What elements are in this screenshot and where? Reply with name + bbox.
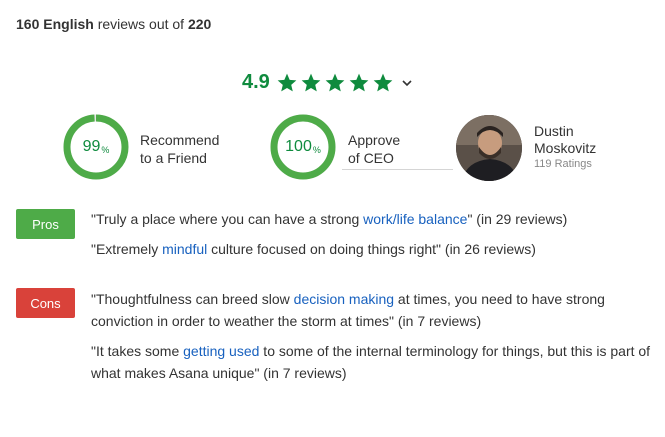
ceo-ratings-count: 119 Ratings bbox=[534, 158, 592, 170]
pros-tag: Pros bbox=[16, 209, 75, 239]
ceo-name[interactable]: Dustin Moskovitz bbox=[534, 123, 624, 157]
rating-value: 4.9 bbox=[242, 71, 270, 93]
recommend-percent: 99 bbox=[82, 138, 101, 155]
star-icon bbox=[324, 72, 346, 94]
quote-keyword-link[interactable]: getting used bbox=[183, 343, 259, 359]
cons-tag: Cons bbox=[16, 288, 75, 318]
star-icon bbox=[372, 72, 394, 94]
quote-keyword-link[interactable]: work/life balance bbox=[363, 211, 467, 227]
quote-text: "It takes some bbox=[91, 343, 184, 359]
summary-text: reviews out of bbox=[93, 16, 188, 32]
cons-quote-1: "Thoughtfulness can breed slow decision … bbox=[91, 288, 651, 332]
pros-quote-1: "Truly a place where you can have a stro… bbox=[91, 208, 651, 230]
star-icon bbox=[348, 72, 370, 94]
recommend-percent-symbol: % bbox=[101, 144, 110, 155]
recommend-donut: 99% bbox=[63, 114, 129, 180]
quote-text: "Extremely bbox=[91, 241, 163, 257]
ceo-last-name: Moskovitz bbox=[534, 140, 597, 156]
ceo-approval-percent: 100 bbox=[285, 138, 312, 155]
star-icon bbox=[276, 72, 298, 94]
reviews-summary: 160 English reviews out of 220 bbox=[16, 16, 211, 32]
ceo-approval-label: Approve of CEO bbox=[348, 131, 400, 167]
ceo-first-name: Dustin bbox=[534, 123, 574, 139]
quote-text: "Truly a place where you can have a stro… bbox=[91, 211, 364, 227]
quote-text: " (in 29 reviews) bbox=[467, 211, 568, 227]
ceo-approval-percent-symbol: % bbox=[312, 144, 321, 155]
ceo-approval-label-line1: Approve bbox=[348, 132, 401, 148]
overall-rating[interactable]: 4.9 bbox=[242, 71, 414, 94]
recommend-label: Recommend to a Friend bbox=[140, 131, 219, 167]
english-review-count: 160 English bbox=[16, 16, 94, 32]
ceo-divider bbox=[342, 169, 453, 170]
recommend-label-line1: Recommend bbox=[140, 132, 220, 148]
ceo-approval-donut: 100% bbox=[270, 114, 336, 180]
total-review-count: 220 bbox=[187, 16, 212, 32]
star-icon bbox=[300, 72, 322, 94]
quote-text: culture focused on doing things right" (… bbox=[207, 241, 536, 257]
quote-keyword-link[interactable]: decision making bbox=[294, 291, 394, 307]
recommend-label-line2: to a Friend bbox=[140, 150, 207, 166]
quote-text: "Thoughtfulness can breed slow bbox=[91, 291, 294, 307]
ceo-approval-label-line2: of CEO bbox=[348, 150, 394, 166]
ceo-avatar[interactable] bbox=[456, 115, 522, 181]
star-rating bbox=[276, 72, 396, 94]
pros-quote-2: "Extremely mindful culture focused on do… bbox=[91, 238, 651, 260]
chevron-down-icon[interactable] bbox=[400, 76, 414, 90]
quote-keyword-link[interactable]: mindful bbox=[162, 241, 207, 257]
cons-quote-2: "It takes some getting used to some of t… bbox=[91, 340, 651, 384]
